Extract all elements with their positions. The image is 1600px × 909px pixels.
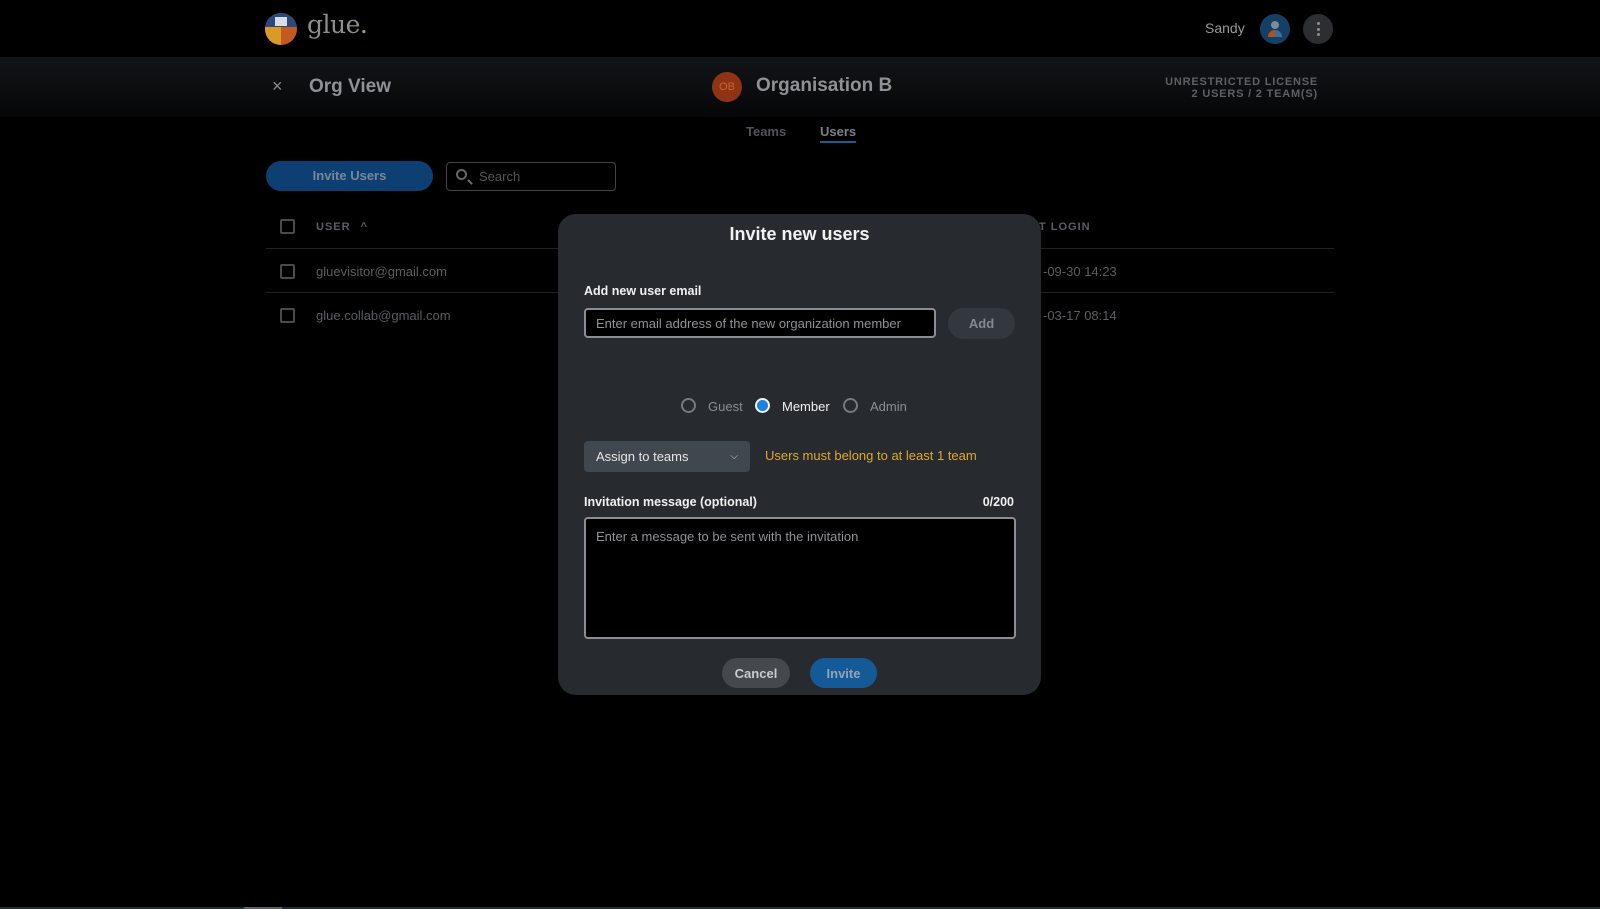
radio-guest[interactable] (681, 398, 696, 413)
email-label: Add new user email (584, 284, 702, 298)
brand-dot: . (359, 10, 368, 39)
brand-text: glue (307, 10, 360, 39)
add-email-button[interactable]: Add (948, 308, 1015, 339)
close-icon[interactable]: × (272, 76, 283, 97)
invite-users-dialog: Invite new users Add new user email Add … (558, 214, 1041, 695)
chevron-down-icon: ⌵ (730, 451, 738, 462)
brand-name[interactable]: glue. (307, 10, 368, 39)
invitation-message-field[interactable] (584, 517, 1016, 639)
email-field[interactable] (584, 308, 936, 338)
user-name: Sandy (1205, 20, 1245, 36)
radio-admin-label: Admin (870, 399, 907, 414)
top-bar: glue. Sandy (0, 0, 1600, 57)
radio-member[interactable] (755, 398, 770, 413)
cancel-button[interactable]: Cancel (722, 658, 790, 688)
message-label: Invitation message (optional) (584, 495, 757, 509)
radio-member-label: Member (782, 399, 830, 414)
select-all-checkbox[interactable] (280, 219, 295, 234)
license-type: UNRESTRICTED LICENSE (1165, 76, 1318, 88)
search-input[interactable]: Search (446, 162, 616, 191)
column-header-last-login[interactable]: T LOGIN (1039, 221, 1091, 233)
column-header-user[interactable]: USER ^ (316, 221, 368, 233)
user-avatar-icon[interactable] (1260, 14, 1290, 44)
invite-button[interactable]: Invite (810, 658, 877, 688)
column-header-user-label: USER (316, 221, 351, 233)
license-usage: 2 USERS / 2 TEAM(S) (1191, 88, 1318, 100)
row-checkbox[interactable] (280, 308, 295, 323)
team-warning: Users must belong to at least 1 team (765, 448, 977, 463)
org-avatar: OB (712, 72, 742, 102)
search-icon (456, 169, 467, 180)
assign-teams-dropdown[interactable]: Assign to teams ⌵ (584, 441, 750, 472)
org-name: Organisation B (756, 75, 893, 96)
kebab-menu-icon[interactable] (1303, 14, 1333, 44)
message-char-counter: 0/200 (982, 495, 1014, 509)
tab-teams[interactable]: Teams (746, 124, 786, 139)
last-login: -03-17 08:14 (1043, 308, 1117, 323)
row-checkbox[interactable] (280, 264, 295, 279)
page-title: Org View (309, 76, 392, 97)
assign-teams-label: Assign to teams (596, 449, 689, 464)
tab-users[interactable]: Users (820, 124, 857, 143)
radio-guest-label: Guest (708, 399, 743, 414)
user-email: gluevisitor@gmail.com (316, 264, 447, 279)
user-email: glue.collab@gmail.com (316, 308, 451, 323)
sort-ascending-icon: ^ (360, 221, 369, 233)
radio-admin[interactable] (843, 398, 858, 413)
invite-users-button[interactable]: Invite Users (266, 161, 433, 191)
search-placeholder: Search (479, 169, 521, 184)
license-info: UNRESTRICTED LICENSE 2 USERS / 2 TEAM(S) (1165, 76, 1318, 100)
glue-logo-icon[interactable] (265, 13, 297, 45)
dialog-title: Invite new users (729, 224, 870, 244)
last-login: -09-30 14:23 (1043, 264, 1117, 279)
